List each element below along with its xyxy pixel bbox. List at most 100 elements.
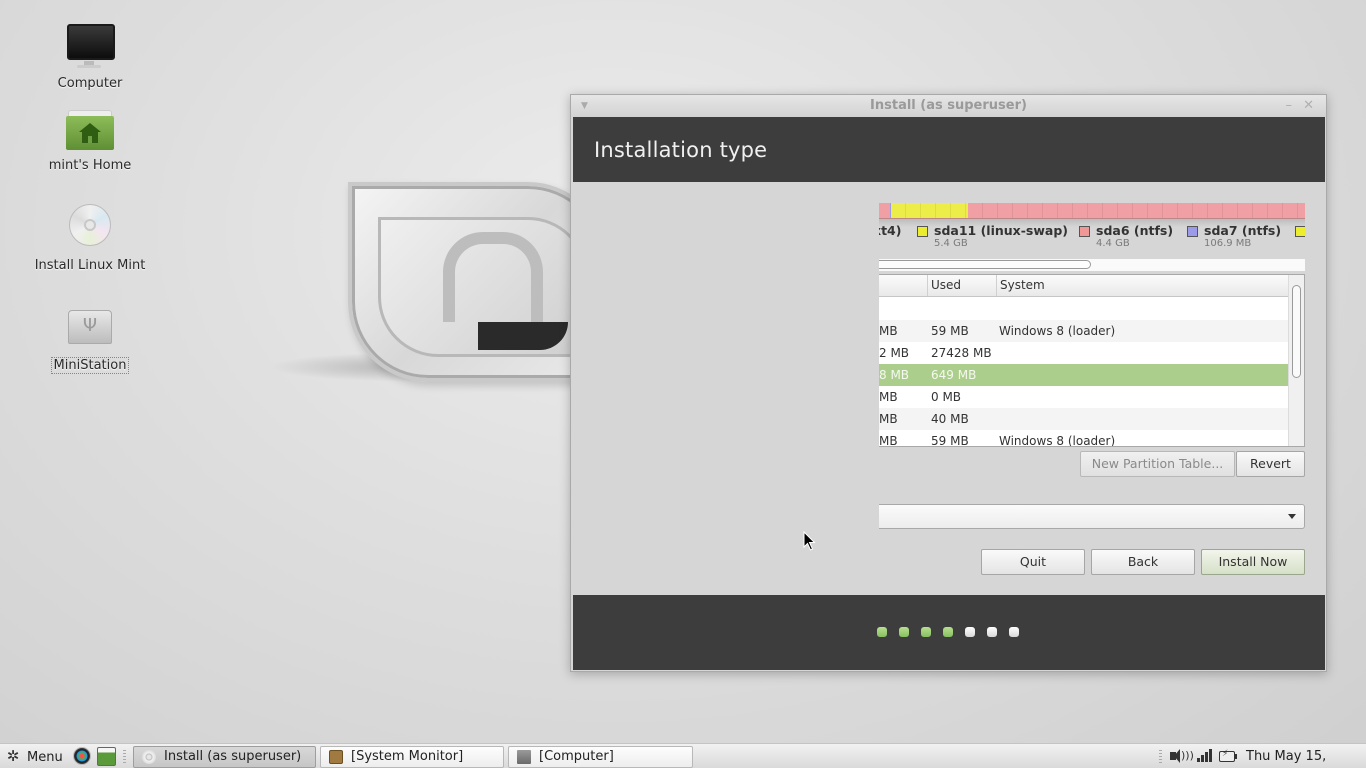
desktop-icon-computer[interactable]: Computer [30,22,150,91]
cell-system: Windows 8 (loader) [999,434,1116,447]
table-row[interactable]: MB 40 MB [879,408,1289,430]
panel-grip-handle[interactable] [1159,750,1162,763]
desktop-icon-ministation[interactable]: Ψ MiniStation [30,304,150,374]
close-button[interactable]: ✕ [1303,95,1314,117]
cell-size: 8 MB [879,368,910,382]
bootloader-device-combo[interactable] [879,504,1305,529]
table-row[interactable]: 2 MB 27428 MB [879,342,1289,364]
cell-used: 649 MB [931,368,977,382]
cell-used: 59 MB [931,434,969,447]
scrollbar-thumb[interactable] [1292,285,1301,378]
quit-button[interactable]: Quit [981,549,1085,575]
table-row[interactable]: 8 MB 649 MB [879,364,1289,386]
scrollbar-thumb[interactable] [879,260,1091,269]
window-menu-icon[interactable]: ▼ [581,97,588,115]
legend-size: 106.9 MB [1204,238,1252,249]
home-folder-icon [62,104,118,154]
computer-icon [517,750,531,764]
cd-icon [62,204,118,254]
legend-size: 5.4 GB [934,238,968,249]
new-partition-table-button[interactable]: New Partition Table... [1080,451,1235,477]
step-dot-complete [921,627,931,637]
page-header: Installation type [573,117,1325,182]
cell-used: 40 MB [931,412,969,426]
step-dot-pending [987,627,997,637]
step-dot-pending [965,627,975,637]
legend-name: sda7 (ntfs) [1204,223,1282,238]
clock[interactable]: Thu May 15, 01:19 [1246,746,1366,767]
desktop-icon-label: Install Linux Mint [34,258,146,273]
task-label: [Computer] [539,749,614,764]
window-title: Install (as superuser) [870,98,1027,113]
partition-segment [890,203,968,218]
partition-bar [879,203,1305,219]
column-header-used[interactable]: Used [927,275,995,296]
legend-swatch [917,226,928,237]
table-row[interactable]: MB 59 MB Windows 8 (loader) [879,430,1289,447]
table-header: Used System [879,275,1289,297]
partition-table: Used System MB 59 MB Windows 8 (loader) 2 M… [879,274,1305,447]
cd-icon [142,750,156,764]
battery-charging-icon[interactable]: ⚡ [1219,748,1238,764]
task-label: [System Monitor] [351,749,464,764]
partition-editor: xt4) sda11 (linux-swap) 5.4 GB sda6 (ntf… [879,203,1305,593]
desktop-icon-label: Computer [57,76,123,91]
network-signal-icon[interactable] [1197,748,1213,764]
desktop-icon-install-linux-mint[interactable]: Install Linux Mint [30,204,150,273]
legend-swatch [1079,226,1090,237]
volume-icon[interactable]: ))) [1170,748,1194,764]
partition-segment [967,203,1305,218]
legend-name: xt4) [879,223,902,238]
window-titlebar[interactable]: ▼ Install (as superuser) – ✕ [571,95,1326,117]
system-monitor-icon [329,750,343,764]
monitor-icon [62,22,118,72]
cell-used: 27428 MB [931,346,992,360]
legend-name: sda6 (ntfs) [1096,223,1174,238]
table-body: MB 59 MB Windows 8 (loader) 2 MB 27428 MB 8 M… [879,298,1289,447]
page-title: Installation type [594,138,768,162]
camera-app-launcher[interactable] [73,747,91,765]
mouse-pointer-icon [803,531,816,551]
cell-size: MB [879,390,898,404]
step-dot-complete [877,627,887,637]
terminal-launcher[interactable] [97,747,116,766]
task-label: Install (as superuser) [164,749,302,764]
table-row[interactable]: MB 0 MB [879,386,1289,408]
cell-size: 2 MB [879,346,910,360]
taskbar-item-system-monitor[interactable]: [System Monitor] [320,746,504,768]
install-now-button[interactable]: Install Now [1201,549,1305,575]
linux-mint-logo-wallpaper [268,182,608,392]
column-header-system[interactable]: System [996,275,1289,296]
partition-segment [879,203,890,218]
cell-system: Windows 8 (loader) [999,324,1116,338]
legend-swatch [1187,226,1198,237]
back-button[interactable]: Back [1091,549,1195,575]
cell-used: 0 MB [931,390,962,404]
step-dot-pending [1009,627,1019,637]
gear-icon: ✲ [6,747,20,765]
revert-button[interactable]: Revert [1236,451,1305,477]
legend-size: 4.4 GB [1096,238,1130,249]
table-row[interactable]: MB 59 MB Windows 8 (loader) [879,320,1289,342]
desktop-icon-label: mint's Home [48,158,132,173]
step-progress-indicator [877,627,1019,637]
legend-swatch [1295,226,1305,237]
cell-size: MB [879,434,898,447]
desktop-icon-home[interactable]: mint's Home [30,104,150,173]
panel-grip-handle[interactable] [123,750,126,763]
minimize-button[interactable]: – [1286,95,1293,117]
menu-label: Menu [27,750,63,765]
legend-name: sda11 (linux-swap) [934,223,1068,238]
step-dot-complete [899,627,909,637]
installer-window: ▼ Install (as superuser) – ✕ Installatio… [570,94,1327,672]
menu-button[interactable]: ✲ Menu [5,746,63,767]
chevron-down-icon [1288,514,1296,519]
taskbar-item-computer[interactable]: [Computer] [508,746,693,768]
taskbar-item-installer[interactable]: Install (as superuser) [133,746,316,768]
step-dot-complete [943,627,953,637]
usb-drive-icon: Ψ [62,304,118,354]
desktop-icon-label: MiniStation [50,357,130,374]
table-row[interactable] [879,298,1289,320]
table-vertical-scrollbar[interactable] [1288,275,1304,446]
legend-horizontal-scrollbar[interactable] [879,259,1305,271]
